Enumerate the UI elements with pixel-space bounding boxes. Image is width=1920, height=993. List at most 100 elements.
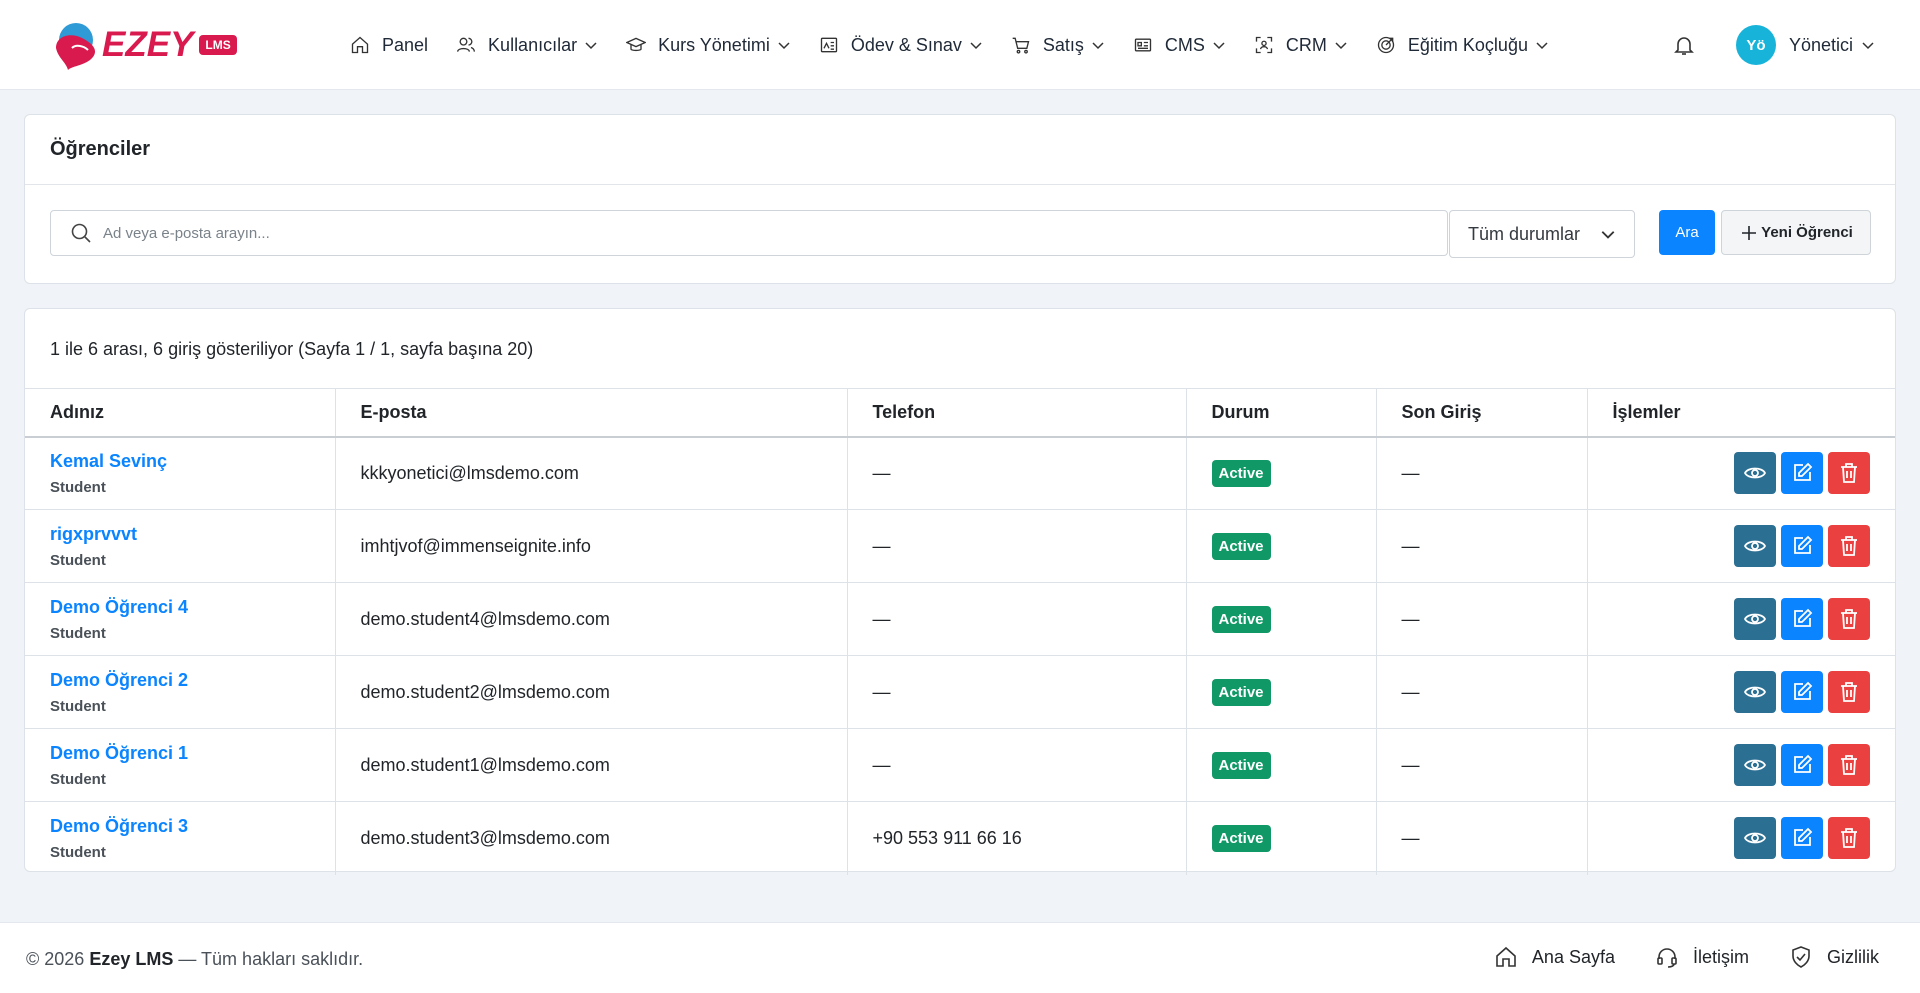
- column-header-name[interactable]: Adınız: [25, 388, 335, 438]
- page-title: Öğrenciler: [25, 115, 1895, 185]
- status-badge: Active: [1211, 532, 1271, 560]
- chevron-down-icon: [585, 42, 597, 50]
- footer-link-contact[interactable]: İletişim: [1655, 945, 1749, 969]
- column-header-phone[interactable]: Telefon: [846, 388, 1186, 438]
- cell-phone: —: [846, 509, 1186, 583]
- column-header-actions: İşlemler: [1586, 388, 1895, 438]
- student-name-link[interactable]: Demo Öğrenci 2: [50, 670, 310, 691]
- cell-name: Demo Öğrenci 2 Student: [25, 655, 335, 729]
- status-badge: Active: [1211, 459, 1271, 487]
- delete-button[interactable]: [1828, 671, 1870, 713]
- nav-item-crm[interactable]: CRM: [1254, 25, 1348, 65]
- cell-last-login: —: [1375, 655, 1587, 729]
- student-name-link[interactable]: Demo Öğrenci 1: [50, 743, 310, 764]
- nav-label: Kullanıcılar: [488, 34, 578, 55]
- search-input[interactable]: [103, 224, 1403, 242]
- footer-link-privacy[interactable]: Gizlilik: [1789, 945, 1879, 969]
- new-student-button[interactable]: Yeni Öğrenci: [1721, 210, 1871, 255]
- search-icon: [71, 223, 91, 243]
- status-select[interactable]: Tüm durumlar: [1449, 210, 1635, 258]
- home-icon: [351, 36, 369, 54]
- nav-item-coaching[interactable]: Eğitim Koçluğu: [1376, 25, 1549, 65]
- brand-name: EZEY: [102, 25, 194, 64]
- footer-link-home[interactable]: Ana Sayfa: [1494, 945, 1615, 969]
- edit-button[interactable]: [1781, 525, 1823, 567]
- status-badge: Active: [1211, 751, 1271, 779]
- table-row: Demo Öğrenci 2 Student demo.student2@lmsde…: [25, 655, 1895, 729]
- user-name: Yönetici: [1789, 34, 1854, 55]
- status-select-value: Tüm durumlar: [1468, 223, 1581, 244]
- cell-email: demo.student2@lmsdemo.com: [334, 655, 847, 729]
- edit-icon: [1794, 462, 1813, 482]
- search-box[interactable]: [50, 210, 1448, 256]
- new-student-label: Yeni Öğrenci: [1761, 224, 1853, 241]
- footer-link-label: Ana Sayfa: [1531, 946, 1615, 967]
- edit-button[interactable]: [1781, 598, 1823, 640]
- cell-actions: [1586, 728, 1895, 802]
- edit-button[interactable]: [1781, 452, 1823, 495]
- nav-item-assignments-exams[interactable]: Ödev & Sınav: [819, 25, 983, 65]
- edit-button[interactable]: [1781, 817, 1823, 860]
- delete-button[interactable]: [1828, 452, 1870, 495]
- cell-name: Demo Öğrenci 3 Student: [25, 801, 335, 875]
- delete-button[interactable]: [1828, 598, 1870, 640]
- cell-name: Kemal Sevinç Student: [25, 436, 335, 510]
- view-button[interactable]: [1734, 744, 1776, 786]
- cell-phone: —: [846, 728, 1186, 802]
- top-navbar: EZEY LMS Panel Kullanıcılar Kurs Yönetim…: [0, 0, 1920, 90]
- edit-button[interactable]: [1781, 671, 1823, 713]
- copyright-text: — Tüm hakları saklıdır.: [178, 949, 364, 969]
- users-icon: [457, 37, 476, 52]
- cell-phone: —: [846, 582, 1186, 656]
- chevron-down-icon: [1862, 42, 1874, 50]
- user-menu[interactable]: Yö Yönetici: [1736, 25, 1875, 65]
- notifications-button[interactable]: [1672, 33, 1696, 57]
- cell-last-login: —: [1375, 801, 1587, 875]
- chevron-down-icon: [778, 42, 790, 50]
- search-button[interactable]: Ara: [1659, 210, 1715, 255]
- filter-card: Öğrenciler Tüm durumlar Ara Yeni Öğrenci: [24, 114, 1896, 284]
- column-header-last-login[interactable]: Son Giriş: [1375, 388, 1587, 438]
- cell-last-login: —: [1375, 509, 1587, 583]
- eye-icon: [1743, 467, 1767, 479]
- status-badge: Active: [1211, 678, 1271, 706]
- student-name-link[interactable]: Demo Öğrenci 3: [50, 816, 310, 837]
- trash-icon: [1841, 463, 1857, 484]
- copyright-brand: Ezey LMS: [89, 949, 174, 969]
- bell-icon: [1674, 37, 1694, 55]
- nav-item-panel[interactable]: Panel: [350, 25, 428, 65]
- brand-logo[interactable]: EZEY LMS: [50, 18, 237, 72]
- cell-actions: [1586, 582, 1895, 656]
- cell-status: Active: [1185, 509, 1376, 583]
- edit-button[interactable]: [1781, 744, 1823, 786]
- nav-item-users[interactable]: Kullanıcılar: [456, 25, 598, 65]
- row-actions: [1613, 452, 1870, 495]
- home-icon: [1496, 946, 1516, 967]
- edit-icon: [1794, 827, 1813, 847]
- edit-icon: [1794, 608, 1813, 627]
- column-header-status[interactable]: Durum: [1185, 388, 1376, 438]
- view-button[interactable]: [1734, 817, 1776, 860]
- chevron-down-icon: [1213, 42, 1225, 50]
- student-name-link[interactable]: Kemal Sevinç: [50, 451, 310, 472]
- delete-button[interactable]: [1828, 744, 1870, 786]
- view-button[interactable]: [1734, 525, 1776, 567]
- newspaper-icon: [1134, 38, 1152, 52]
- target-icon: [1377, 36, 1395, 54]
- table-row: Demo Öğrenci 4 Student demo.student4@lmsde…: [25, 582, 1895, 656]
- nav-item-course-management[interactable]: Kurs Yönetimi: [626, 25, 791, 65]
- nav-item-sales[interactable]: Satış: [1011, 25, 1105, 65]
- delete-button[interactable]: [1828, 817, 1870, 860]
- nav-item-cms[interactable]: CMS: [1133, 25, 1226, 65]
- cell-actions: [1586, 509, 1895, 583]
- student-name-link[interactable]: Demo Öğrenci 4: [50, 597, 310, 618]
- column-header-email[interactable]: E-posta: [334, 388, 847, 438]
- student-name-link[interactable]: rigxprvvvt: [50, 524, 310, 545]
- delete-button[interactable]: [1828, 525, 1870, 567]
- view-button[interactable]: [1734, 598, 1776, 640]
- view-button[interactable]: [1734, 452, 1776, 495]
- cell-last-login: —: [1375, 728, 1587, 802]
- view-button[interactable]: [1734, 671, 1776, 713]
- cell-actions: [1586, 655, 1895, 729]
- table-row: Demo Öğrenci 1 Student demo.student1@lmsde…: [25, 728, 1895, 802]
